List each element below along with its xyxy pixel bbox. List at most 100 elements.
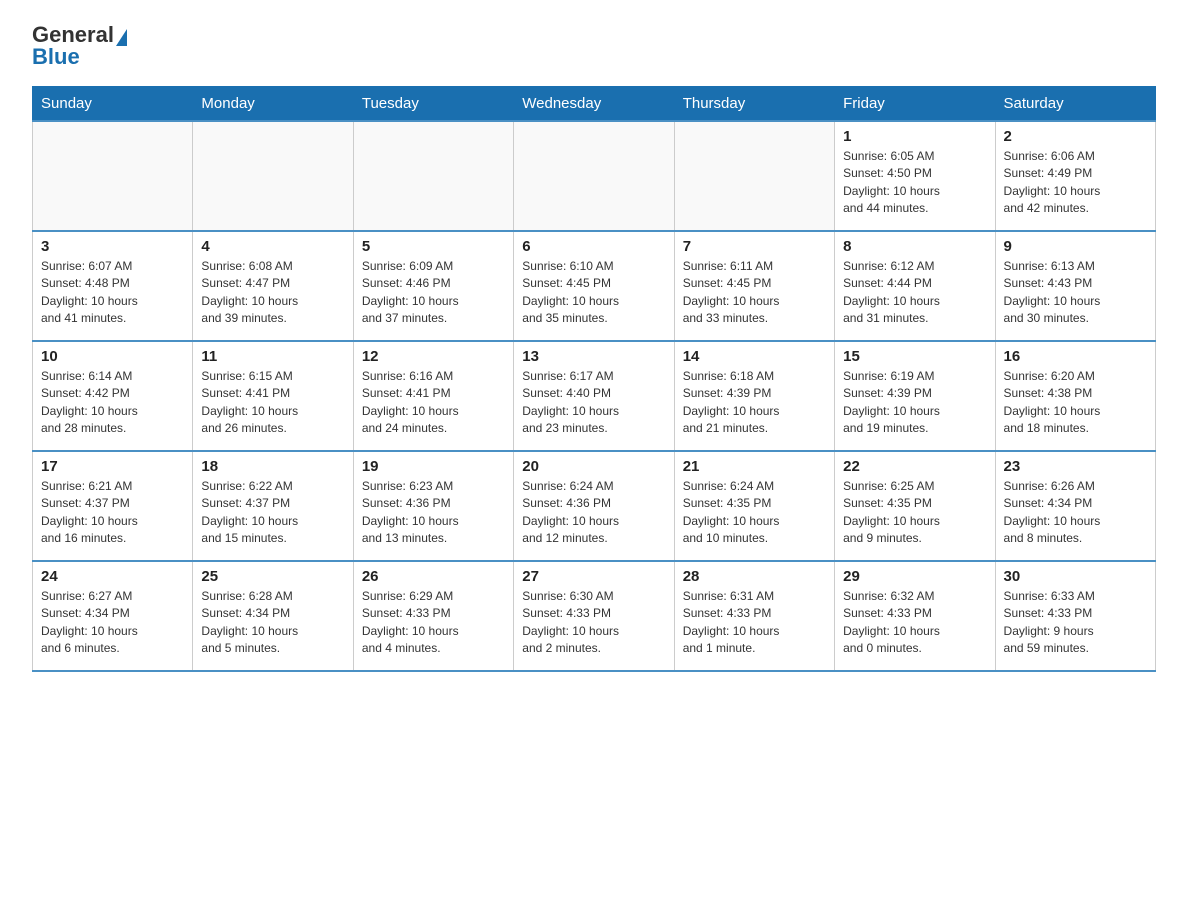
day-info: Sunrise: 6:20 AM Sunset: 4:38 PM Dayligh… — [1004, 368, 1147, 438]
day-info: Sunrise: 6:16 AM Sunset: 4:41 PM Dayligh… — [362, 368, 505, 438]
day-info: Sunrise: 6:13 AM Sunset: 4:43 PM Dayligh… — [1004, 258, 1147, 328]
calendar-cell: 29Sunrise: 6:32 AM Sunset: 4:33 PM Dayli… — [835, 561, 995, 671]
calendar-cell: 2 Sunrise: 6:06 AM Sunset: 4:49 PM Daylig… — [995, 121, 1155, 231]
day-number: 17 — [41, 458, 184, 475]
week-row-5: 24 Sunrise: 6:27 AM Sunset: 4:34 PM Dayli… — [33, 561, 1156, 671]
day-number: 20 — [522, 458, 665, 475]
day-info: Sunrise: 6:18 AM Sunset: 4:39 PM Dayligh… — [683, 368, 826, 438]
day-info: Sunrise: 6:10 AM Sunset: 4:45 PM Dayligh… — [522, 258, 665, 328]
calendar-cell: 10 Sunrise: 6:14 AM Sunset: 4:42 PM Dayli… — [33, 341, 193, 451]
calendar-cell: 1Sunrise: 6:05 AM Sunset: 4:50 PM Daylig… — [835, 121, 995, 231]
week-row-2: 3 Sunrise: 6:07 AM Sunset: 4:48 PM Daylig… — [33, 231, 1156, 341]
calendar-cell: 16 Sunrise: 6:20 AM Sunset: 4:38 PM Dayli… — [995, 341, 1155, 451]
calendar-cell: 30Sunrise: 6:33 AM Sunset: 4:33 PM Dayli… — [995, 561, 1155, 671]
calendar-cell: 24 Sunrise: 6:27 AM Sunset: 4:34 PM Dayli… — [33, 561, 193, 671]
calendar-cell: 5Sunrise: 6:09 AM Sunset: 4:46 PM Daylig… — [353, 231, 513, 341]
weekday-header-thursday: Thursday — [674, 87, 834, 122]
day-number: 27 — [522, 568, 665, 585]
day-info: Sunrise: 6:06 AM Sunset: 4:49 PM Dayligh… — [1004, 148, 1147, 218]
calendar-cell: 26 Sunrise: 6:29 AM Sunset: 4:33 PM Dayli… — [353, 561, 513, 671]
calendar-cell: 28Sunrise: 6:31 AM Sunset: 4:33 PM Dayli… — [674, 561, 834, 671]
calendar-cell: 23Sunrise: 6:26 AM Sunset: 4:34 PM Dayli… — [995, 451, 1155, 561]
day-info: Sunrise: 6:12 AM Sunset: 4:44 PM Dayligh… — [843, 258, 986, 328]
day-number: 30 — [1004, 568, 1147, 585]
day-info: Sunrise: 6:05 AM Sunset: 4:50 PM Dayligh… — [843, 148, 986, 218]
calendar-cell: 18 Sunrise: 6:22 AM Sunset: 4:37 PM Dayli… — [193, 451, 353, 561]
week-row-4: 17 Sunrise: 6:21 AM Sunset: 4:37 PM Dayli… — [33, 451, 1156, 561]
calendar-cell: 8 Sunrise: 6:12 AM Sunset: 4:44 PM Daylig… — [835, 231, 995, 341]
day-info: Sunrise: 6:17 AM Sunset: 4:40 PM Dayligh… — [522, 368, 665, 438]
day-info: Sunrise: 6:32 AM Sunset: 4:33 PM Dayligh… — [843, 588, 986, 658]
calendar-cell: 20Sunrise: 6:24 AM Sunset: 4:36 PM Dayli… — [514, 451, 674, 561]
logo-blue-text: Blue — [32, 46, 80, 68]
day-number: 15 — [843, 348, 986, 365]
weekday-header-sunday: Sunday — [33, 87, 193, 122]
day-info: Sunrise: 6:11 AM Sunset: 4:45 PM Dayligh… — [683, 258, 826, 328]
calendar-cell: 12 Sunrise: 6:16 AM Sunset: 4:41 PM Dayli… — [353, 341, 513, 451]
day-number: 11 — [201, 348, 344, 365]
day-info: Sunrise: 6:22 AM Sunset: 4:37 PM Dayligh… — [201, 478, 344, 548]
day-number: 4 — [201, 238, 344, 255]
day-number: 2 — [1004, 128, 1147, 145]
day-number: 3 — [41, 238, 184, 255]
weekday-header-saturday: Saturday — [995, 87, 1155, 122]
calendar-cell — [514, 121, 674, 231]
day-number: 22 — [843, 458, 986, 475]
day-info: Sunrise: 6:19 AM Sunset: 4:39 PM Dayligh… — [843, 368, 986, 438]
calendar-cell: 14 Sunrise: 6:18 AM Sunset: 4:39 PM Dayli… — [674, 341, 834, 451]
day-number: 26 — [362, 568, 505, 585]
calendar-cell: 22 Sunrise: 6:25 AM Sunset: 4:35 PM Dayli… — [835, 451, 995, 561]
weekday-header-friday: Friday — [835, 87, 995, 122]
day-number: 7 — [683, 238, 826, 255]
day-number: 6 — [522, 238, 665, 255]
calendar-cell: 7 Sunrise: 6:11 AM Sunset: 4:45 PM Daylig… — [674, 231, 834, 341]
day-info: Sunrise: 6:21 AM Sunset: 4:37 PM Dayligh… — [41, 478, 184, 548]
day-info: Sunrise: 6:28 AM Sunset: 4:34 PM Dayligh… — [201, 588, 344, 658]
day-number: 8 — [843, 238, 986, 255]
calendar-cell: 9 Sunrise: 6:13 AM Sunset: 4:43 PM Daylig… — [995, 231, 1155, 341]
calendar-header: SundayMondayTuesdayWednesdayThursdayFrid… — [33, 87, 1156, 122]
calendar-cell — [33, 121, 193, 231]
day-number: 12 — [362, 348, 505, 365]
calendar-cell: 27 Sunrise: 6:30 AM Sunset: 4:33 PM Dayli… — [514, 561, 674, 671]
day-info: Sunrise: 6:30 AM Sunset: 4:33 PM Dayligh… — [522, 588, 665, 658]
calendar-cell: 11Sunrise: 6:15 AM Sunset: 4:41 PM Dayli… — [193, 341, 353, 451]
calendar-cell: 25 Sunrise: 6:28 AM Sunset: 4:34 PM Dayli… — [193, 561, 353, 671]
day-info: Sunrise: 6:14 AM Sunset: 4:42 PM Dayligh… — [41, 368, 184, 438]
day-number: 19 — [362, 458, 505, 475]
weekday-header-row: SundayMondayTuesdayWednesdayThursdayFrid… — [33, 87, 1156, 122]
calendar-body: 1Sunrise: 6:05 AM Sunset: 4:50 PM Daylig… — [33, 121, 1156, 671]
day-number: 18 — [201, 458, 344, 475]
day-number: 25 — [201, 568, 344, 585]
week-row-3: 10 Sunrise: 6:14 AM Sunset: 4:42 PM Dayli… — [33, 341, 1156, 451]
day-info: Sunrise: 6:25 AM Sunset: 4:35 PM Dayligh… — [843, 478, 986, 548]
calendar-cell: 13Sunrise: 6:17 AM Sunset: 4:40 PM Dayli… — [514, 341, 674, 451]
calendar-cell: 3 Sunrise: 6:07 AM Sunset: 4:48 PM Daylig… — [33, 231, 193, 341]
page-header: General Blue — [32, 24, 1156, 68]
day-number: 21 — [683, 458, 826, 475]
weekday-header-wednesday: Wednesday — [514, 87, 674, 122]
calendar-cell: 4Sunrise: 6:08 AM Sunset: 4:47 PM Daylig… — [193, 231, 353, 341]
day-info: Sunrise: 6:26 AM Sunset: 4:34 PM Dayligh… — [1004, 478, 1147, 548]
day-info: Sunrise: 6:24 AM Sunset: 4:35 PM Dayligh… — [683, 478, 826, 548]
day-info: Sunrise: 6:07 AM Sunset: 4:48 PM Dayligh… — [41, 258, 184, 328]
day-info: Sunrise: 6:09 AM Sunset: 4:46 PM Dayligh… — [362, 258, 505, 328]
day-info: Sunrise: 6:23 AM Sunset: 4:36 PM Dayligh… — [362, 478, 505, 548]
calendar-cell — [193, 121, 353, 231]
day-number: 24 — [41, 568, 184, 585]
week-row-1: 1Sunrise: 6:05 AM Sunset: 4:50 PM Daylig… — [33, 121, 1156, 231]
day-number: 28 — [683, 568, 826, 585]
day-number: 9 — [1004, 238, 1147, 255]
day-info: Sunrise: 6:27 AM Sunset: 4:34 PM Dayligh… — [41, 588, 184, 658]
calendar-cell: 21 Sunrise: 6:24 AM Sunset: 4:35 PM Dayli… — [674, 451, 834, 561]
weekday-header-tuesday: Tuesday — [353, 87, 513, 122]
day-info: Sunrise: 6:29 AM Sunset: 4:33 PM Dayligh… — [362, 588, 505, 658]
calendar-table: SundayMondayTuesdayWednesdayThursdayFrid… — [32, 86, 1156, 672]
calendar-cell: 19 Sunrise: 6:23 AM Sunset: 4:36 PM Dayli… — [353, 451, 513, 561]
calendar-cell: 17 Sunrise: 6:21 AM Sunset: 4:37 PM Dayli… — [33, 451, 193, 561]
weekday-header-monday: Monday — [193, 87, 353, 122]
day-number: 16 — [1004, 348, 1147, 365]
day-number: 10 — [41, 348, 184, 365]
day-number: 14 — [683, 348, 826, 365]
calendar-cell: 6 Sunrise: 6:10 AM Sunset: 4:45 PM Daylig… — [514, 231, 674, 341]
